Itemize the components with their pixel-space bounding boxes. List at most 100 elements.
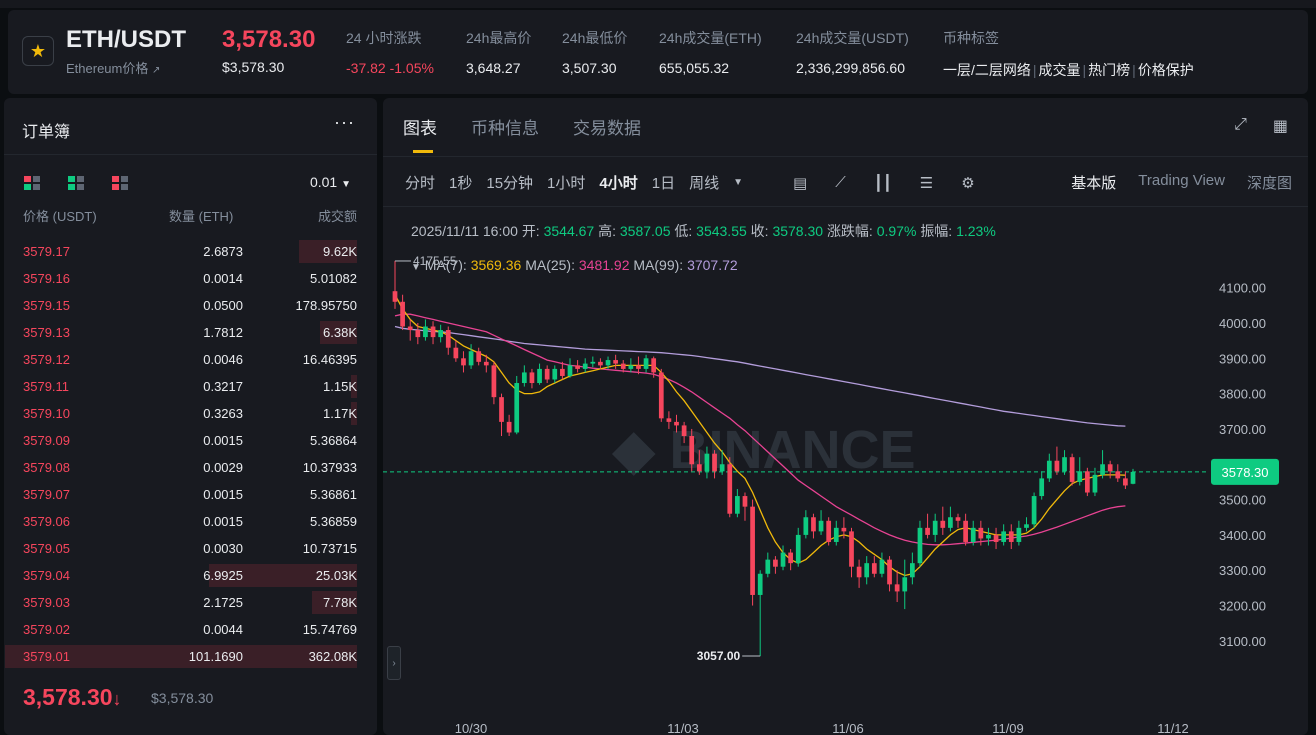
precision-select[interactable]: 0.01 ▼ — [310, 174, 351, 190]
candle-body[interactable] — [1046, 460, 1052, 479]
orderbook-both-view-icon[interactable] — [24, 176, 40, 190]
orderbook-bids-view-icon[interactable] — [68, 176, 84, 190]
candle-body[interactable] — [970, 527, 976, 542]
candle-body[interactable] — [445, 330, 451, 348]
candle-body[interactable] — [628, 365, 634, 369]
candle-body[interactable] — [1016, 527, 1022, 542]
candle-body[interactable] — [529, 372, 535, 384]
candle-body[interactable] — [1031, 496, 1037, 525]
candle-body[interactable] — [788, 552, 793, 564]
order-book-row[interactable]: 3579.17 2.6873 9.62K — [4, 238, 377, 265]
candle-body[interactable] — [932, 520, 938, 535]
candle-body[interactable] — [643, 358, 649, 369]
candle-body[interactable] — [590, 361, 596, 364]
pair-symbol[interactable]: ETH/USDT — [66, 26, 186, 54]
order-book-row[interactable]: 3579.16 0.0014 5.01082 — [4, 265, 377, 292]
candle-body[interactable] — [727, 464, 733, 514]
candle-body[interactable] — [1130, 471, 1136, 484]
candle-body[interactable] — [468, 351, 474, 366]
order-book-row[interactable]: 3579.15 0.0500 178.95750 — [4, 292, 377, 319]
tag-hot[interactable]: 热门榜 — [1088, 62, 1130, 78]
candle-body[interactable] — [658, 372, 664, 419]
order-book-row[interactable]: 3579.07 0.0015 5.36861 — [4, 481, 377, 508]
candle-body[interactable] — [1054, 460, 1060, 472]
candle-body[interactable] — [1123, 478, 1128, 486]
candle-body[interactable] — [1069, 457, 1075, 482]
order-book-row[interactable]: 3579.10 0.3263 1.17K — [4, 400, 377, 427]
candle-body[interactable] — [735, 496, 740, 514]
candle-body[interactable] — [560, 368, 565, 376]
candle-body[interactable] — [1100, 464, 1105, 475]
candle-body[interactable] — [1008, 531, 1014, 542]
candle-body[interactable] — [871, 563, 877, 574]
candle-body[interactable] — [1024, 524, 1029, 528]
candle-body[interactable] — [757, 573, 763, 595]
candle-body[interactable] — [415, 330, 421, 338]
candle-body[interactable] — [948, 517, 953, 528]
candle-body[interactable] — [925, 527, 930, 535]
candle-body[interactable] — [917, 527, 923, 564]
favorite-star-icon[interactable]: ★ — [22, 36, 54, 66]
candle-body[interactable] — [780, 552, 786, 567]
candle-body[interactable] — [856, 566, 862, 578]
order-book-row[interactable]: 3579.03 2.1725 7.78K — [4, 589, 377, 616]
candle-body[interactable] — [978, 527, 984, 539]
chart-expand-left-icon[interactable]: › — [387, 646, 401, 680]
candle-body[interactable] — [879, 559, 885, 574]
candle-body[interactable] — [651, 358, 657, 373]
candle-body[interactable] — [773, 559, 778, 567]
order-book-row[interactable]: 3579.05 0.0030 10.73715 — [4, 535, 377, 562]
more-options-icon[interactable]: ··· — [334, 112, 355, 133]
tag-layer[interactable]: 一层/二层网络 — [943, 62, 1031, 78]
candle-body[interactable] — [674, 421, 679, 426]
candle-body[interactable] — [986, 534, 991, 539]
order-book-row[interactable]: 3579.01 101.1690 362.08K — [4, 643, 377, 670]
candle-body[interactable] — [833, 527, 839, 542]
tag-volume[interactable]: 成交量 — [1039, 62, 1081, 78]
candle-body[interactable] — [636, 365, 641, 369]
candle-body[interactable] — [894, 584, 900, 592]
candle-body[interactable] — [438, 330, 444, 338]
candle-body[interactable] — [483, 361, 489, 366]
candle-body[interactable] — [1115, 471, 1121, 479]
candle-body[interactable] — [963, 520, 968, 542]
candle-body[interactable] — [902, 577, 908, 592]
candle-body[interactable] — [598, 361, 603, 366]
candle-body[interactable] — [1001, 531, 1007, 542]
candle-body[interactable] — [666, 418, 672, 422]
candle-body[interactable] — [499, 397, 504, 422]
candle-body[interactable] — [476, 351, 482, 362]
candle-body[interactable] — [506, 421, 512, 433]
candle-body[interactable] — [613, 360, 618, 364]
candle-body[interactable] — [514, 383, 520, 433]
candle-body[interactable] — [544, 368, 550, 380]
candle-body[interactable] — [826, 520, 832, 542]
candle-body[interactable] — [910, 563, 915, 578]
candle-body[interactable] — [803, 517, 809, 535]
candlestick-chart[interactable]: ◆ BINANCE 4100.00 4000.00 3900.00 3800.00 370… — [383, 98, 1308, 735]
candle-body[interactable] — [841, 527, 847, 532]
candle-body[interactable] — [407, 326, 413, 331]
candle-body[interactable] — [620, 363, 626, 369]
candle-body[interactable] — [491, 365, 497, 398]
candle-body[interactable] — [552, 368, 558, 380]
candle-body[interactable] — [955, 517, 961, 521]
order-book-row[interactable]: 3579.13 1.7812 6.38K — [4, 319, 377, 346]
candle-body[interactable] — [864, 563, 870, 578]
candle-body[interactable] — [400, 301, 405, 327]
order-book-row[interactable]: 3579.08 0.0029 10.37933 — [4, 454, 377, 481]
candle-body[interactable] — [993, 534, 999, 542]
tag-price-protect[interactable]: 价格保护 — [1138, 62, 1194, 78]
candle-body[interactable] — [1062, 457, 1067, 472]
candle-body[interactable] — [849, 531, 854, 567]
candle-body[interactable] — [742, 496, 748, 507]
candle-body[interactable] — [453, 347, 459, 359]
pair-subtitle[interactable]: Ethereum价格 ↗ — [66, 58, 160, 77]
candle-body[interactable] — [1039, 478, 1045, 497]
order-book-row[interactable]: 3579.06 0.0015 5.36859 — [4, 508, 377, 535]
candle-body[interactable] — [1107, 464, 1113, 472]
candle-body[interactable] — [582, 363, 588, 369]
candle-body[interactable] — [719, 464, 725, 472]
candle-body[interactable] — [681, 425, 687, 437]
candle-body[interactable] — [765, 559, 771, 574]
